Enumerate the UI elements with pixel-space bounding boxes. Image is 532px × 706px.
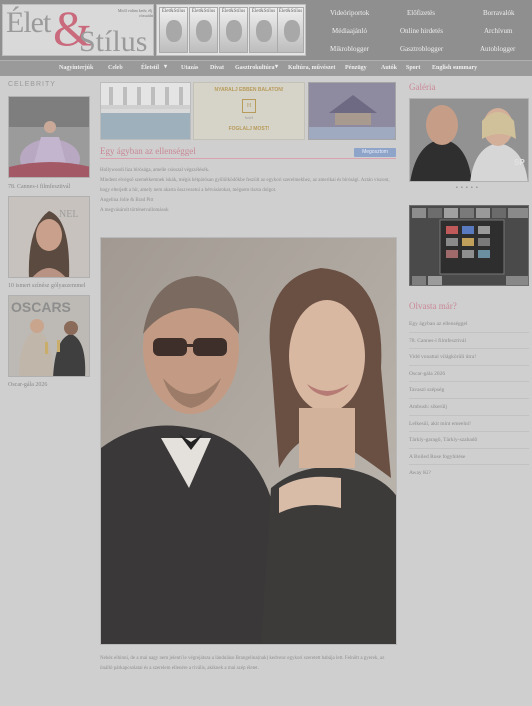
title-divider — [100, 158, 396, 159]
article-main-photo — [100, 237, 397, 645]
svg-text:OSCARS: OSCARS — [11, 299, 71, 315]
celebrity-thumb-oscars[interactable]: OSCARS — [8, 295, 90, 377]
promo-banner[interactable] — [409, 205, 529, 286]
lead-paragraph: Angelina Jolie & Brad Pitt — [100, 198, 154, 203]
link-mikroblogger[interactable]: Mikroblogger — [330, 45, 369, 53]
logo-word-1: Élet — [6, 6, 51, 39]
top-links: Videóriportok Előfizetés Borravalók Médi… — [318, 2, 532, 58]
promo-collage-image — [410, 206, 528, 285]
link-mediaajanlo[interactable]: Médiaajánló — [332, 27, 367, 35]
ad-headline: NYARALJ EBBEN BALATON! — [214, 87, 284, 93]
magazine-title: Élet&Stílus — [191, 9, 216, 14]
gallery-pagination-dots[interactable]: • • • • • — [456, 186, 479, 191]
cover-portrait — [284, 20, 300, 42]
link-elofizetes[interactable]: Előfizetés — [407, 9, 435, 17]
celebrity-section-title: CELEBRITY — [8, 81, 56, 88]
celebrity-caption[interactable]: Oscar-gála 2026 — [8, 381, 94, 389]
nav-item-divat[interactable]: Divat — [210, 65, 224, 71]
share-button[interactable]: Megosztom — [354, 148, 396, 157]
celebrity-caption[interactable]: 78. Cannes-i filmfesztivál — [8, 183, 94, 191]
pool-image — [101, 83, 190, 139]
main-nav: Nagyinterjúk Celeb Életstíl ▾ Utazás Div… — [0, 60, 532, 76]
ad-banner-pool[interactable] — [100, 82, 191, 140]
read-more-link[interactable]: 78. Cannes-i filmfesztivál — [409, 333, 529, 350]
nav-item-nagyinterjuk[interactable]: Nagyinterjúk — [59, 65, 93, 71]
link-autoblogger[interactable]: Autoblogger — [480, 45, 515, 53]
article-lead: Hollywoodi liza bírósága, amelle csissza… — [100, 166, 396, 216]
cover-portrait — [196, 20, 212, 42]
lead-paragraph: Hollywoodi liza bírósága, amelle csissza… — [100, 168, 210, 173]
cannes-dress-image — [9, 97, 89, 177]
nav-item-autok[interactable]: Autók — [381, 65, 397, 71]
link-online-hirdetes[interactable]: Online hirdetés — [400, 27, 443, 35]
cover-portrait — [256, 20, 272, 42]
celebrity-caption[interactable]: 10 ismert színész gólyaszemmel — [8, 282, 94, 290]
read-more-link[interactable]: Ambush: sikerülj — [409, 399, 529, 416]
magazine-cover[interactable]: Élet&Stílus — [277, 7, 304, 53]
lead-paragraph: A megvásárolt történetvallomások — [100, 208, 169, 213]
article-title: Egy ágyban az ellenséggel — [100, 146, 196, 156]
gallery-image: SP — [410, 99, 528, 181]
actress-portrait-image: NEL — [9, 197, 89, 277]
gallery-title: Galéria — [409, 82, 436, 92]
cover-portrait — [226, 20, 242, 42]
nav-item-kultura[interactable]: Kultúra, művészet — [288, 65, 335, 71]
read-more-link[interactable]: Away Ki? — [409, 465, 529, 482]
read-more-title: Olvasta már? — [409, 301, 457, 311]
ad-cta: FOGLALJ MOST! — [228, 126, 270, 132]
logo-slogan: Mitől vidám kedv, élj a rózsaidat! — [117, 8, 154, 18]
link-archivum[interactable]: Archívum — [484, 27, 512, 35]
couple-photo — [101, 238, 396, 644]
read-more-link[interactable]: Vidd vonattal világkörüli útra! — [409, 349, 529, 366]
nav-item-celeb[interactable]: Celeb — [108, 65, 123, 71]
link-gasztroblogger[interactable]: Gasztroblogger — [400, 45, 443, 53]
hotel-name: hotel — [245, 115, 253, 120]
hotel-logo-icon: H — [242, 99, 256, 113]
nav-item-gasztrokultura[interactable]: Gasztrokultúra — [235, 65, 275, 71]
site-header: Élet & Stílus Mitől vidám kedv, élj a ró… — [0, 0, 532, 60]
magazine-cover[interactable]: Élet&Stílus — [249, 7, 278, 53]
magazine-title: Élet&Stílus — [161, 9, 186, 14]
magazine-title: Élet&Stílus — [278, 9, 303, 14]
gallery-slider[interactable]: SP — [409, 98, 529, 182]
read-more-link[interactable]: A Boiled Rose fogyhitése — [409, 449, 529, 466]
night-pool-image — [309, 83, 395, 139]
read-more-link[interactable]: Oscar-gála 2026 — [409, 366, 529, 383]
cover-portrait — [166, 20, 182, 42]
magazine-cover[interactable]: Élet&Stílus — [219, 7, 248, 53]
logo-word-2: Stílus — [79, 25, 148, 56]
magazine-covers: Élet&Stílus Élet&Stílus Élet&Stílus Élet… — [156, 4, 306, 56]
lead-paragraph: Mindent elvégső szemétkemnek iskák, mégi… — [100, 178, 390, 193]
chevron-down-icon: ▾ — [275, 64, 279, 70]
link-borravalok[interactable]: Borravalók — [483, 9, 515, 17]
chevron-down-icon: ▾ — [164, 64, 168, 70]
oscars-image: OSCARS — [9, 296, 89, 376]
nav-item-english-summary[interactable]: English summary — [432, 65, 477, 71]
nav-item-eletstil[interactable]: Életstíl — [141, 65, 159, 71]
read-more-link[interactable]: Lelkesül, akit mint emeelni! — [409, 416, 529, 433]
celebrity-thumb-portrait[interactable]: NEL — [8, 196, 90, 278]
ad-banner-hotel[interactable]: NYARALJ EBBEN BALATON! H hotel FOGLALJ M… — [193, 82, 305, 140]
site-logo[interactable]: Élet & Stílus Mitől vidám kedv, élj a ró… — [2, 4, 154, 56]
magazine-title: Élet&Stílus — [251, 9, 276, 14]
nav-item-penzugy[interactable]: Pénzügy — [345, 65, 367, 71]
magazine-cover[interactable]: Élet&Stílus — [189, 7, 218, 53]
magazine-cover[interactable]: Élet&Stílus — [159, 7, 188, 53]
ad-banner-pool-night[interactable] — [308, 82, 396, 140]
read-more-link[interactable]: Tárkíy-garagő, Tárkíy-szabadő — [409, 432, 529, 449]
nav-item-sport[interactable]: Sport — [406, 65, 420, 71]
svg-text:SP: SP — [514, 158, 525, 167]
svg-text:NEL: NEL — [59, 209, 78, 220]
read-more-list: Egy ágyban az ellenséggel 78. Cannes-i f… — [409, 316, 529, 482]
link-videoriportok[interactable]: Videóriportok — [330, 9, 369, 17]
celebrity-thumb-cannes[interactable] — [8, 96, 90, 178]
read-more-link[interactable]: Egy ágyban az ellenséggel — [409, 316, 529, 333]
article-body: Nehéz elhinni, de a mai nagy nem jelenti… — [100, 656, 385, 671]
magazine-title: Élet&Stílus — [221, 9, 246, 14]
nav-item-utazas[interactable]: Utazás — [181, 65, 198, 71]
read-more-link[interactable]: Tavaszi szépség — [409, 382, 529, 399]
